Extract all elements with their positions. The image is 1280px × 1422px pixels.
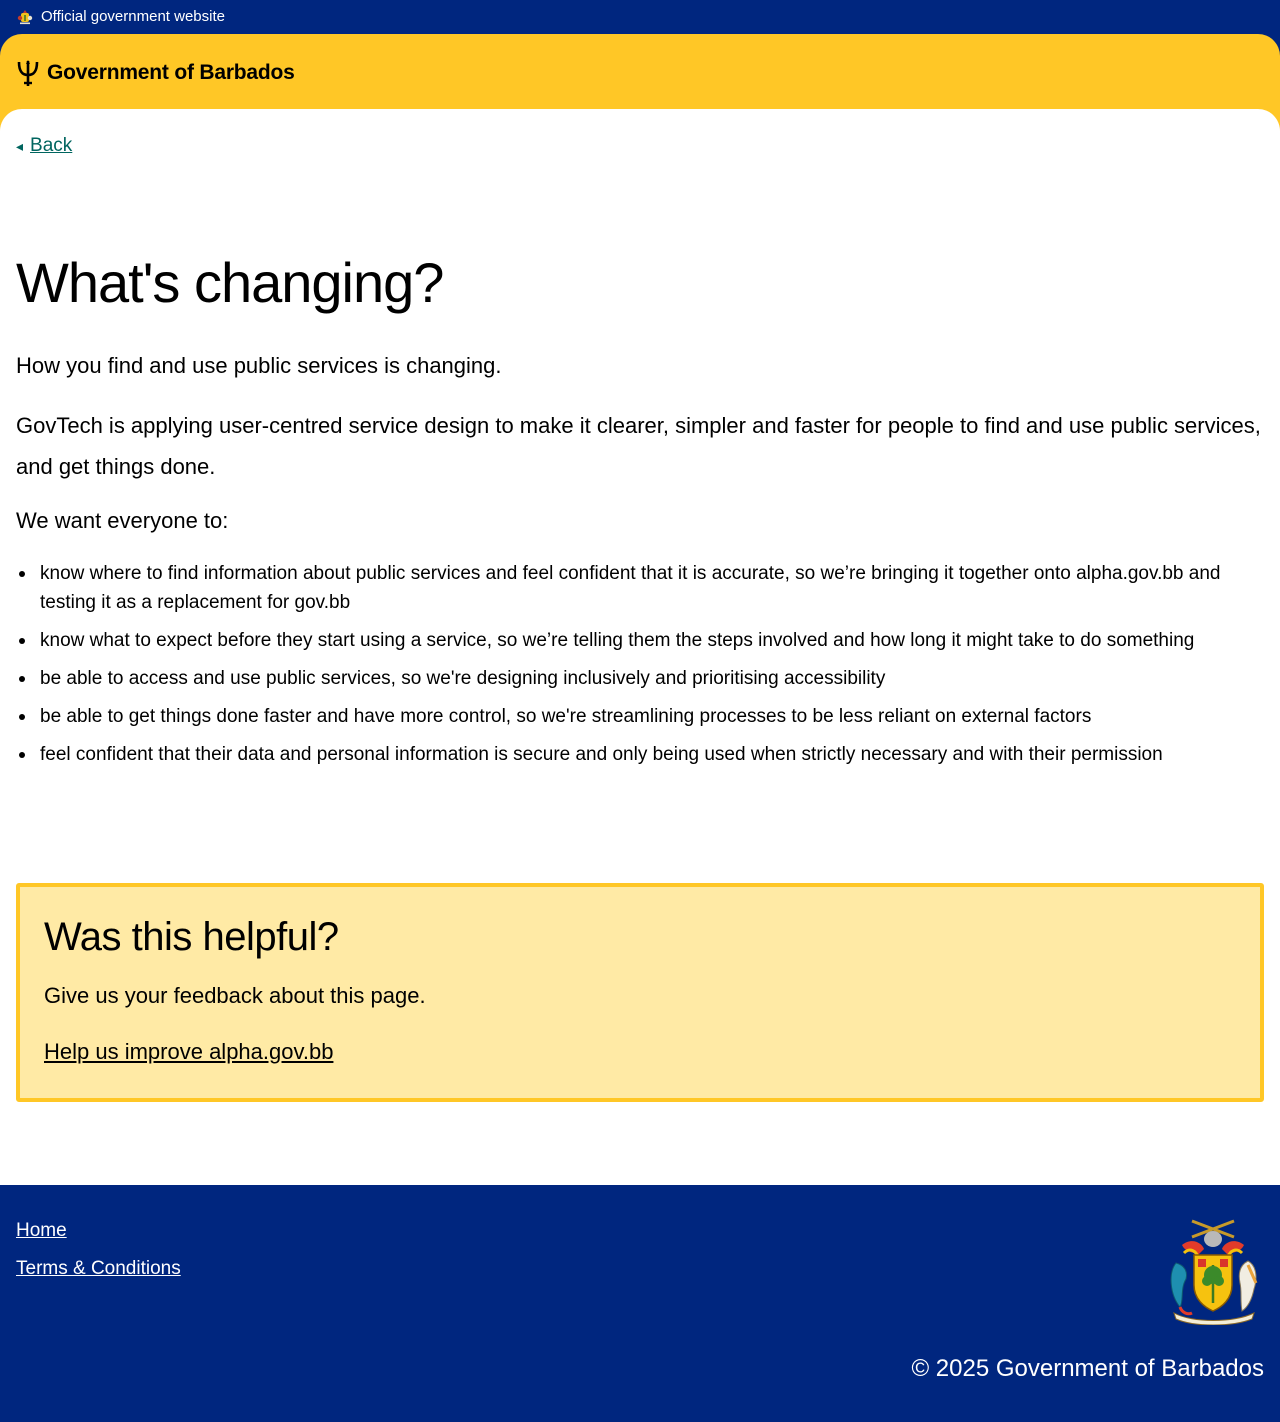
trident-icon <box>17 60 39 86</box>
copyright-text: © 2025 Government of Barbados <box>911 1355 1264 1382</box>
list-item: feel confident that their data and perso… <box>16 740 1256 769</box>
list-intro: We want everyone to: <box>16 508 229 533</box>
main-content: ◂ Back What's changing? How you find and… <box>0 109 1280 1185</box>
footer-link-home[interactable]: Home <box>16 1219 181 1243</box>
back-link[interactable]: ◂ Back <box>16 135 72 157</box>
coat-of-arms-icon <box>1170 1219 1258 1325</box>
back-link-label[interactable]: Back <box>30 135 72 157</box>
feedback-heading: Was this helpful? <box>44 915 339 959</box>
site-footer: Home Terms & Conditions © 2025 Governmen… <box>0 1185 1280 1422</box>
lead-paragraph: How you find and use public services is … <box>16 353 502 378</box>
brand-name: Government of Barbados <box>47 61 295 84</box>
list-item: know where to find information about pub… <box>16 559 1256 617</box>
feedback-panel: Was this helpful? Give us your feedback … <box>16 883 1264 1102</box>
arrow-left-icon: ◂ <box>16 137 24 154</box>
official-banner: Official government website <box>0 0 1280 34</box>
list-item: know what to expect before they start us… <box>16 626 1256 655</box>
footer-links: Home Terms & Conditions <box>16 1219 181 1295</box>
list-item: be able to get things done faster and ha… <box>16 702 1256 731</box>
feedback-text: Give us your feedback about this page. <box>44 983 426 1008</box>
footer-link-terms[interactable]: Terms & Conditions <box>16 1257 181 1281</box>
page: Official government website Government o… <box>0 0 1280 1422</box>
official-banner-text: Official government website <box>41 8 225 25</box>
brand-logo[interactable]: Government of Barbados <box>16 59 295 87</box>
body-paragraph: GovTech is applying user-centred service… <box>16 413 1261 479</box>
goals-list: know where to find information about pub… <box>16 559 1256 778</box>
feedback-link[interactable]: Help us improve alpha.gov.bb <box>44 1036 333 1068</box>
coat-of-arms-icon <box>17 10 33 25</box>
page-title: What's changing? <box>16 251 444 314</box>
list-item: be able to access and use public service… <box>16 664 1256 693</box>
